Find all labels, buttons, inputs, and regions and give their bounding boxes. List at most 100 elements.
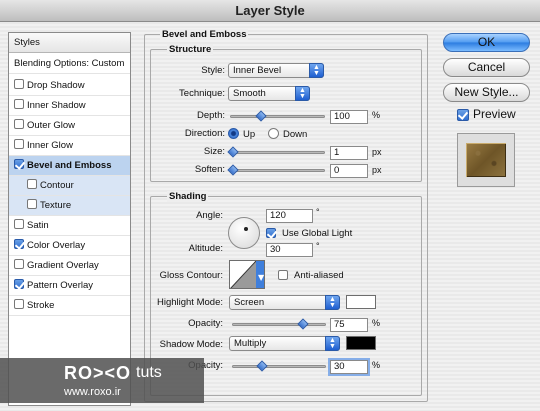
direction-up-radio[interactable] — [228, 128, 239, 139]
highlight-mode-label: Highlight Mode: — [156, 297, 223, 308]
blending-options[interactable]: Blending Options: Custom — [9, 54, 130, 74]
bevel-emboss-checkbox[interactable] — [14, 159, 24, 169]
highlight-opacity-input[interactable]: 75 — [330, 318, 368, 332]
highlight-opacity-unit: % — [372, 318, 381, 328]
sidebar-item-label: Pattern Overlay — [27, 280, 93, 291]
gloss-contour-label: Gloss Contour: — [159, 270, 223, 281]
size-input[interactable]: 1 — [330, 146, 368, 160]
sidebar-item-inner-glow[interactable]: Inner Glow — [9, 136, 130, 156]
sidebar-item-label: Inner Shadow — [27, 100, 86, 111]
use-global-light-label: Use Global Light — [282, 228, 353, 239]
svg-text:▼: ▼ — [258, 273, 265, 282]
size-label: Size: — [203, 146, 225, 157]
roxo-watermark: RO><O tuts www.roxo.ir — [0, 358, 204, 403]
soften-label: Soften: — [194, 164, 225, 175]
texture-checkbox[interactable] — [27, 199, 37, 209]
soften-input[interactable]: 0 — [330, 164, 368, 178]
sidebar-item-label: Outer Glow — [27, 120, 76, 131]
highlight-color-swatch[interactable] — [346, 295, 376, 309]
preview-frame — [457, 133, 515, 187]
depth-slider[interactable] — [230, 110, 325, 122]
sidebar-item-bevel-emboss[interactable]: Bevel and Emboss — [9, 156, 130, 176]
sidebar-item-label: Drop Shadow — [27, 80, 85, 91]
gloss-contour-picker[interactable]: ▼ — [229, 260, 265, 289]
preview-swatch — [466, 143, 506, 177]
sidebar-item-contour[interactable]: Contour — [9, 176, 130, 196]
use-global-light-checkbox[interactable] — [266, 228, 276, 238]
pattern-overlay-checkbox[interactable] — [14, 279, 24, 289]
inner-shadow-checkbox[interactable] — [14, 99, 24, 109]
chevron-updown-icon: ▲ ▼ — [325, 336, 340, 351]
color-overlay-checkbox[interactable] — [14, 239, 24, 249]
sidebar-item-inner-shadow[interactable]: Inner Shadow — [9, 96, 130, 116]
preview-checkbox[interactable] — [457, 109, 469, 121]
technique-select[interactable]: Smooth ▲ ▼ — [228, 86, 310, 101]
watermark-brand: RO><O — [64, 363, 132, 383]
altitude-unit: ° — [316, 241, 320, 251]
shading-title: Shading — [167, 191, 209, 202]
highlight-mode-value: Screen — [234, 297, 265, 308]
direction-up-label: Up — [243, 129, 256, 140]
sidebar-item-color-overlay[interactable]: Color Overlay — [9, 236, 130, 256]
sidebar-item-label: Contour — [40, 180, 74, 191]
stroke-checkbox[interactable] — [14, 299, 24, 309]
altitude-label: Altitude: — [188, 243, 223, 254]
direction-label: Direction: — [184, 128, 225, 139]
satin-checkbox[interactable] — [14, 219, 24, 229]
preview-label: Preview — [473, 107, 516, 121]
highlight-mode-select[interactable]: Screen ▲ ▼ — [229, 295, 340, 310]
contour-checkbox[interactable] — [27, 179, 37, 189]
angle-input[interactable]: 120 — [266, 209, 313, 223]
soften-slider[interactable] — [227, 164, 325, 176]
shadow-mode-value: Multiply — [234, 338, 267, 349]
chevron-updown-icon: ▲ ▼ — [325, 295, 340, 310]
gradient-overlay-checkbox[interactable] — [14, 259, 24, 269]
shadow-opacity-slider[interactable] — [232, 360, 326, 372]
sidebar-item-stroke[interactable]: Stroke — [9, 296, 130, 316]
sidebar-item-pattern-overlay[interactable]: Pattern Overlay — [9, 276, 130, 296]
watermark-url: www.roxo.ir — [64, 386, 121, 398]
structure-title: Structure — [167, 44, 214, 55]
bevel-emboss-title: Bevel and Emboss — [160, 29, 249, 40]
sidebar-item-label: Bevel and Emboss — [27, 160, 112, 171]
styles-panel: Styles Blending Options: Custom Drop Sha… — [8, 32, 131, 406]
anti-aliased-label: Anti-aliased — [294, 270, 344, 281]
sidebar-item-satin[interactable]: Satin — [9, 216, 130, 236]
sidebar-item-drop-shadow[interactable]: Drop Shadow — [9, 76, 130, 96]
sidebar-item-label: Satin — [27, 220, 49, 231]
highlight-opacity-slider[interactable] — [232, 318, 326, 330]
size-slider[interactable] — [227, 146, 325, 158]
angle-dial-marker — [244, 227, 248, 231]
window-title: Layer Style — [0, 0, 540, 22]
direction-down-label: Down — [283, 129, 308, 140]
inner-glow-checkbox[interactable] — [14, 139, 24, 149]
ok-button[interactable]: OK — [443, 33, 530, 52]
sidebar-item-label: Inner Glow — [27, 140, 73, 151]
contour-linear-icon: ▼ — [230, 261, 265, 288]
cancel-button[interactable]: Cancel — [443, 58, 530, 77]
layer-style-dialog: Layer Style Styles Blending Options: Cus… — [0, 0, 540, 411]
shadow-mode-label: Shadow Mode: — [159, 339, 223, 350]
shadow-opacity-input[interactable]: 30 — [330, 360, 368, 374]
style-value: Inner Bevel — [233, 65, 282, 76]
outer-glow-checkbox[interactable] — [14, 119, 24, 129]
angle-dial[interactable] — [228, 217, 260, 249]
size-unit: px — [372, 147, 382, 157]
altitude-input[interactable]: 30 — [266, 243, 313, 257]
highlight-opacity-label: Opacity: — [188, 318, 223, 329]
direction-down-radio[interactable] — [268, 128, 279, 139]
sidebar-item-gradient-overlay[interactable]: Gradient Overlay — [9, 256, 130, 276]
anti-aliased-checkbox[interactable] — [278, 270, 288, 280]
depth-input[interactable]: 100 — [330, 110, 368, 124]
sidebar-item-texture[interactable]: Texture — [9, 196, 130, 216]
style-select[interactable]: Inner Bevel ▲ ▼ — [228, 63, 324, 78]
chevron-updown-icon: ▲ ▼ — [295, 86, 310, 101]
shadow-color-swatch[interactable] — [346, 336, 376, 350]
angle-unit: ° — [316, 207, 320, 217]
soften-unit: px — [372, 165, 382, 175]
styles-header[interactable]: Styles — [9, 33, 130, 53]
drop-shadow-checkbox[interactable] — [14, 79, 24, 89]
sidebar-item-outer-glow[interactable]: Outer Glow — [9, 116, 130, 136]
new-style-button[interactable]: New Style... — [443, 83, 530, 102]
shadow-mode-select[interactable]: Multiply ▲ ▼ — [229, 336, 340, 351]
